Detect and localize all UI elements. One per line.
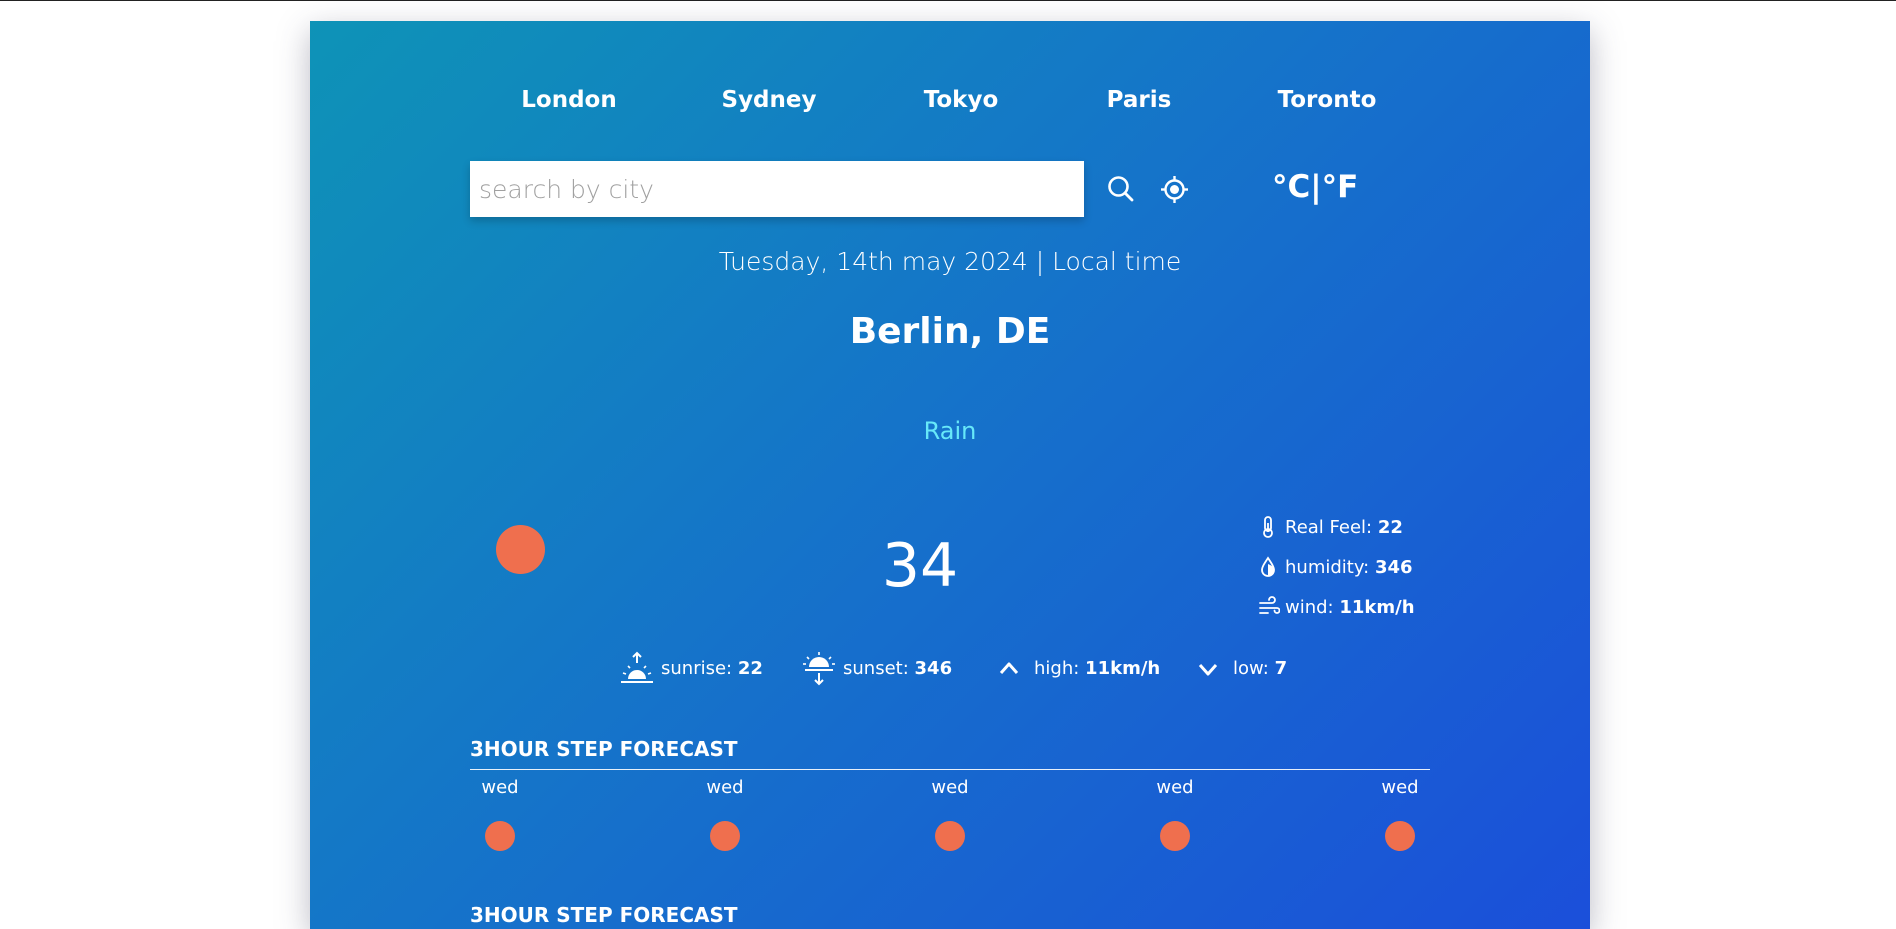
weather-card: London Sydney Tokyo Paris Toronto °C|°F … — [310, 21, 1590, 929]
forecast-weather-icon — [485, 821, 515, 851]
sunset-value: 346 — [914, 658, 953, 679]
real-feel-label: Real Feel: — [1285, 517, 1373, 538]
forecast-item-label: wed — [1156, 777, 1194, 798]
hourly-forecast-title: 3HOUR STEP FORECAST — [470, 737, 738, 761]
forecast-weather-icon — [1385, 821, 1415, 851]
location-title: Berlin, DE — [849, 311, 1051, 352]
forecast-item-label: wed — [481, 777, 519, 798]
humidity-value: 346 — [1374, 557, 1413, 578]
wind-detail: wind: 11km/h — [1259, 596, 1415, 618]
thermometer-icon — [1263, 516, 1273, 538]
forecast-weather-icon — [1160, 821, 1190, 851]
wind-icon — [1259, 596, 1280, 614]
city-link-paris[interactable]: Paris — [1107, 87, 1172, 113]
weather-condition-icon — [496, 525, 545, 574]
sunset-label: sunset: — [843, 658, 909, 679]
wind-label: wind: — [1285, 597, 1334, 618]
city-link-tokyo[interactable]: Tokyo — [924, 87, 999, 113]
city-nav: London Sydney Tokyo Paris Toronto — [310, 87, 1590, 127]
date-time: Tuesday, 14th may 2024 | Local time — [718, 247, 1182, 276]
humidity-label: humidity: — [1285, 557, 1370, 578]
search-icon[interactable] — [1107, 175, 1135, 207]
low-detail: low: 7 — [1233, 658, 1287, 679]
current-temperature: 34 — [881, 531, 959, 601]
forecast-item-label: wed — [931, 777, 969, 798]
high-detail: high: 11km/h — [1034, 658, 1160, 679]
hourly-forecast-divider — [470, 769, 1430, 770]
sunrise-detail: sunrise: 22 — [661, 658, 763, 679]
city-link-toronto[interactable]: Toronto — [1278, 87, 1377, 113]
sunrise-label: sunrise: — [661, 658, 733, 679]
search-input[interactable] — [470, 161, 1084, 217]
forecast-weather-icon — [710, 821, 740, 851]
sunrise-icon — [619, 651, 655, 691]
forecast-item-label: wed — [1381, 777, 1419, 798]
page-top-border — [0, 0, 1896, 1]
forecast-item-label: wed — [706, 777, 744, 798]
droplet-icon — [1261, 556, 1275, 577]
unit-toggle[interactable]: °C|°F — [1272, 169, 1358, 205]
low-value: 7 — [1274, 658, 1288, 679]
location-icon[interactable] — [1160, 175, 1189, 208]
chevron-down-icon — [1197, 661, 1219, 683]
high-value: 11km/h — [1085, 658, 1161, 679]
forecast-weather-icon — [935, 821, 965, 851]
sunset-icon — [801, 651, 837, 691]
humidity-detail: humidity: 346 — [1261, 556, 1413, 578]
sunrise-value: 22 — [737, 658, 763, 679]
daily-forecast-title: 3HOUR STEP FORECAST — [470, 903, 738, 927]
real-feel-detail: Real Feel: 22 — [1263, 516, 1403, 538]
real-feel-value: 22 — [1377, 517, 1403, 538]
weather-condition: Rain — [923, 417, 977, 445]
low-label: low: — [1233, 658, 1269, 679]
city-link-sydney[interactable]: Sydney — [722, 87, 817, 113]
high-label: high: — [1034, 658, 1080, 679]
wind-value: 11km/h — [1339, 597, 1415, 618]
sunset-detail: sunset: 346 — [843, 658, 952, 679]
chevron-up-icon — [998, 659, 1020, 681]
city-link-london[interactable]: London — [521, 87, 616, 113]
